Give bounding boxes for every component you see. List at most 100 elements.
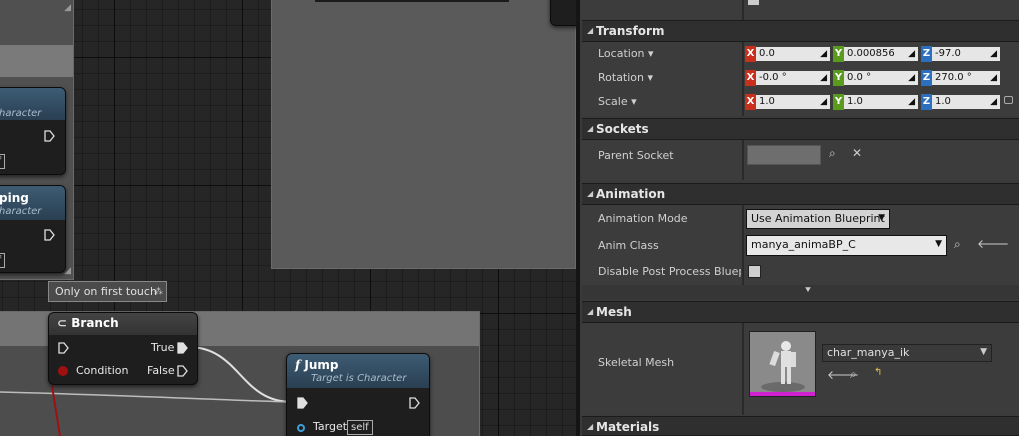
character-thumbnail-icon <box>750 332 815 396</box>
details-row-partial <box>582 0 1019 20</box>
jump-node-header: f Jump Target is Character <box>287 354 429 388</box>
axis-y-marker: Y <box>833 46 844 62</box>
column-separator <box>742 90 744 116</box>
search-icon[interactable]: ⌕ <box>954 237 961 252</box>
location-y-input[interactable]: 0.000856 ◢ <box>844 47 918 61</box>
column-separator <box>742 140 744 180</box>
section-materials[interactable]: ◢ Materials <box>582 416 1019 436</box>
exec-input-pin-icon[interactable] <box>58 342 69 354</box>
jump-target-self-tag[interactable]: self <box>347 420 373 435</box>
section-mesh-title: Mesh <box>596 305 632 319</box>
scale-z-input[interactable]: 1.0 ◢ <box>932 95 1000 109</box>
scale-y-input[interactable]: 1.0 ◢ <box>844 95 918 109</box>
section-transform-title: Transform <box>596 24 665 38</box>
axis-z-marker: Z <box>921 70 932 86</box>
chevron-down-icon: ▼ <box>935 239 942 249</box>
expand-triangle-icon[interactable]: ◢ <box>587 189 593 198</box>
scale-label[interactable]: Scale ▾ <box>598 95 637 108</box>
disable-post-process-checkbox[interactable] <box>748 265 761 278</box>
row-disable-post-process: Disable Post Process Blueprint <box>582 259 1019 285</box>
rotation-z-input[interactable]: 270.0 ° ◢ <box>932 71 1000 85</box>
parent-socket-field[interactable] <box>747 145 821 165</box>
row-location: Location ▾ X 0.0 ◢ Y 0.000856 ◢ Z -97.0 ◢ <box>582 42 1019 66</box>
section-materials-title: Materials <box>596 420 660 434</box>
branch-node[interactable]: ⊂ Branch True Condition False <box>48 312 198 385</box>
parent-socket-label: Parent Socket <box>598 149 674 162</box>
row-parent-socket: Parent Socket ⌕ ✕ <box>582 140 1019 180</box>
animation-mode-dropdown[interactable]: Use Animation Blueprint ▼ <box>746 209 890 229</box>
comment-bubble-text: Only on first touch <box>55 285 157 298</box>
jump-node-title: Jump <box>304 358 339 372</box>
expand-triangle-icon[interactable]: ◢ <box>587 307 593 316</box>
column-separator <box>742 233 744 259</box>
expand-triangle-icon[interactable]: ◢ <box>587 124 593 133</box>
branch-false-label: False <box>147 364 175 377</box>
section-sockets[interactable]: ◢ Sockets <box>582 118 1019 140</box>
checkbox-partial[interactable] <box>748 0 759 5</box>
skeletal-mesh-dropdown[interactable]: char_manya_ik ▼ <box>822 344 992 362</box>
exec-false-pin-icon[interactable] <box>177 365 188 377</box>
branch-icon: ⊂ <box>57 316 68 330</box>
branch-condition-label: Condition <box>76 364 129 377</box>
anim-class-dropdown[interactable]: manya_animaBP_C ▼ <box>746 235 947 256</box>
exec-input-pin-icon[interactable] <box>297 397 308 409</box>
jump-node-subtitle: Target is Character <box>311 373 407 384</box>
expand-triangle-icon[interactable]: ◢ <box>587 422 593 431</box>
axis-x-marker: X <box>745 94 756 110</box>
column-separator <box>742 66 744 90</box>
condition-pin-icon[interactable] <box>58 366 68 376</box>
reset-to-default-icon[interactable]: ↰ <box>874 367 882 378</box>
search-icon[interactable]: ⌕ <box>829 146 836 161</box>
row-skeletal-mesh: Skeletal Mesh char_manya_ik ▼ 🡐 ⌕ ↰ <box>582 323 1019 415</box>
pin-comment-icon[interactable]: ⁂ <box>154 283 163 302</box>
jump-target-label: Target <box>313 420 348 433</box>
animation-mode-label: Animation Mode <box>598 212 688 225</box>
skeletal-mesh-label: Skeletal Mesh <box>598 356 675 369</box>
exec-output-pin-icon[interactable] <box>409 397 420 409</box>
rotation-y-input[interactable]: 0.0 ° ◢ <box>844 71 918 85</box>
lock-icon[interactable] <box>1004 96 1013 104</box>
clear-icon[interactable]: ✕ <box>852 146 862 160</box>
branch-node-header: ⊂ Branch <box>49 313 197 335</box>
jump-node[interactable]: f Jump Target is Character Target self <box>286 353 430 436</box>
axis-x-marker: X <box>745 70 756 86</box>
disable-post-process-label: Disable Post Process Blueprint <box>598 265 741 278</box>
row-anim-class: Anim Class manya_animaBP_C ▼ ⌕ 🡐 <box>582 233 1019 259</box>
location-z-input[interactable]: -97.0 ◢ <box>932 47 1000 61</box>
chevron-down-icon: ▼ <box>878 213 885 223</box>
column-separator <box>742 259 744 285</box>
section-mesh[interactable]: ◢ Mesh <box>582 301 1019 323</box>
location-x-input[interactable]: 0.0 ◢ <box>756 47 830 61</box>
exec-true-pin-icon[interactable] <box>177 342 188 354</box>
anim-class-label: Anim Class <box>598 239 659 252</box>
target-pin-icon[interactable] <box>297 424 305 432</box>
branch-true-label: True <box>151 341 175 354</box>
scale-x-input[interactable]: 1.0 ◢ <box>756 95 830 109</box>
row-advanced-expander[interactable]: ⯆ <box>582 285 1019 299</box>
function-icon: f <box>295 358 301 372</box>
expand-triangle-icon[interactable]: ◢ <box>587 26 593 35</box>
comment-bubble[interactable]: Only on first touch ⁂ <box>48 281 167 302</box>
use-selected-arrow-icon[interactable]: 🡐 <box>977 236 1009 251</box>
location-vector: X 0.0 ◢ Y 0.000856 ◢ Z -97.0 ◢ <box>745 46 1005 62</box>
thumbnail-type-bar <box>750 392 815 396</box>
location-label[interactable]: Location ▾ <box>598 47 654 60</box>
blueprint-graph[interactable]: ◢ ◢ haracter lf ping haracter lf ⊂ <box>0 0 576 436</box>
axis-z-marker: Z <box>921 46 932 62</box>
section-sockets-title: Sockets <box>596 122 649 136</box>
axis-x-marker: X <box>745 46 756 62</box>
section-transform[interactable]: ◢ Transform <box>582 20 1019 42</box>
rotation-x-input[interactable]: -0.0 ° ◢ <box>756 71 830 85</box>
skeletal-mesh-thumbnail[interactable] <box>749 331 816 397</box>
section-animation[interactable]: ◢ Animation <box>582 183 1019 205</box>
rotation-vector: X -0.0 ° ◢ Y 0.0 ° ◢ Z 270.0 ° ◢ <box>745 70 1005 86</box>
row-rotation: Rotation ▾ X -0.0 ° ◢ Y 0.0 ° ◢ Z 270.0 ° ◢ <box>582 66 1019 90</box>
rotation-label[interactable]: Rotation ▾ <box>598 71 653 84</box>
axis-z-marker: Z <box>921 94 932 110</box>
axis-y-marker: Y <box>833 94 844 110</box>
section-animation-title: Animation <box>596 187 666 201</box>
expand-advanced-icon[interactable]: ⯆ <box>804 285 812 296</box>
column-separator <box>742 0 744 20</box>
search-icon[interactable]: ⌕ <box>850 367 857 382</box>
column-separator <box>742 323 744 415</box>
